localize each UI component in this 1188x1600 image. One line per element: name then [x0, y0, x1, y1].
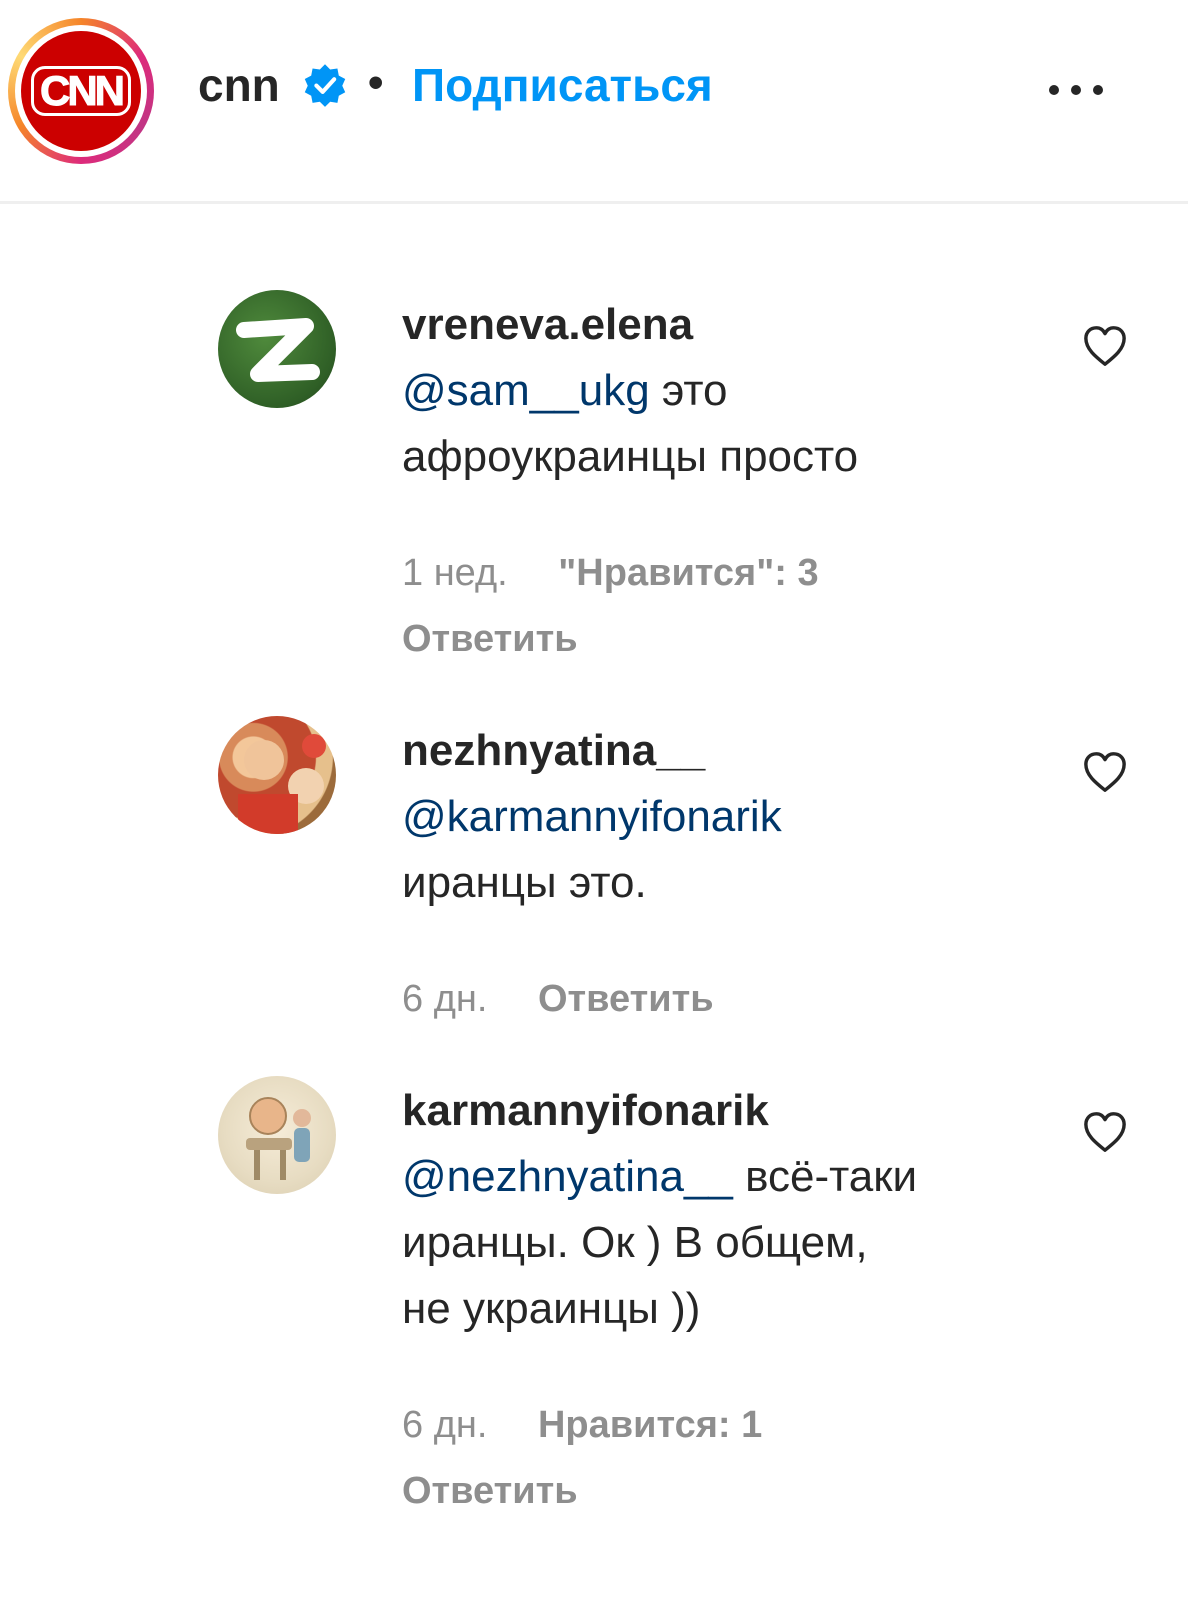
- mention-link[interactable]: @karmannyifonarik: [402, 792, 782, 841]
- comment-text-line: всё-таки: [732, 1152, 918, 1201]
- cnn-logo-text: CNN: [31, 66, 131, 116]
- like-heart-icon[interactable]: [1082, 324, 1128, 368]
- illustration-avatar-icon: [246, 1097, 311, 1180]
- z-avatar-icon: [236, 318, 320, 382]
- comment-time: 6 дн.: [402, 978, 488, 1020]
- more-options-icon[interactable]: [1044, 72, 1108, 108]
- comment-time: 1 нед.: [402, 552, 508, 594]
- comment-text-line: это: [649, 366, 728, 415]
- follow-button[interactable]: Подписаться: [412, 58, 713, 112]
- like-heart-icon[interactable]: [1082, 1110, 1128, 1154]
- reply-button[interactable]: Ответить: [538, 978, 714, 1020]
- profile-avatar[interactable]: CNN: [8, 18, 154, 164]
- verified-badge-icon: [304, 64, 346, 107]
- mention-link[interactable]: @nezhnyatina__: [402, 1152, 733, 1201]
- comment-text: @karmannyifonarik иранцы это.: [402, 784, 1042, 916]
- commenter-avatar[interactable]: [218, 1076, 336, 1194]
- comment-likes[interactable]: "Нравится": 3: [558, 552, 818, 594]
- comment-text: @sam__ukg это афроукраинцы просто: [402, 358, 1042, 490]
- comment-meta: 1 нед. "Нравится": 3: [402, 552, 819, 595]
- comment-text-line: иранцы. Ок ) В общем,: [402, 1218, 868, 1267]
- mention-link[interactable]: @sam__ukg: [402, 366, 650, 415]
- reply-button[interactable]: Ответить: [402, 1470, 578, 1512]
- comment-text-line: афроукраинцы просто: [402, 432, 859, 481]
- account-username[interactable]: cnn: [198, 58, 280, 112]
- comment-text-line: иранцы это.: [402, 858, 647, 907]
- post-header: CNN cnn • Подписаться: [0, 0, 1188, 204]
- comment-time: 6 дн.: [402, 1404, 488, 1446]
- reply-button[interactable]: Ответить: [402, 618, 578, 660]
- comment-meta: 6 дн. Ответить: [402, 978, 714, 1021]
- like-heart-icon[interactable]: [1082, 750, 1128, 794]
- commenter-avatar[interactable]: [218, 290, 336, 408]
- cnn-logo: CNN: [21, 31, 141, 151]
- comment-meta: 6 дн. Нравится: 1: [402, 1404, 762, 1447]
- comment-text-line: не украинцы )): [402, 1284, 701, 1333]
- comment-username[interactable]: nezhnyatina__: [402, 726, 705, 776]
- comment-username[interactable]: vreneva.elena: [402, 300, 693, 350]
- commenter-avatar[interactable]: [218, 716, 336, 834]
- comment-text: @nezhnyatina__ всё-таки иранцы. Ок ) В о…: [402, 1144, 1042, 1342]
- comment-likes[interactable]: Нравится: 1: [538, 1404, 762, 1446]
- photo-avatar-icon: [238, 734, 326, 834]
- separator-dot: •: [368, 58, 384, 107]
- comment-username[interactable]: karmannyifonarik: [402, 1086, 769, 1136]
